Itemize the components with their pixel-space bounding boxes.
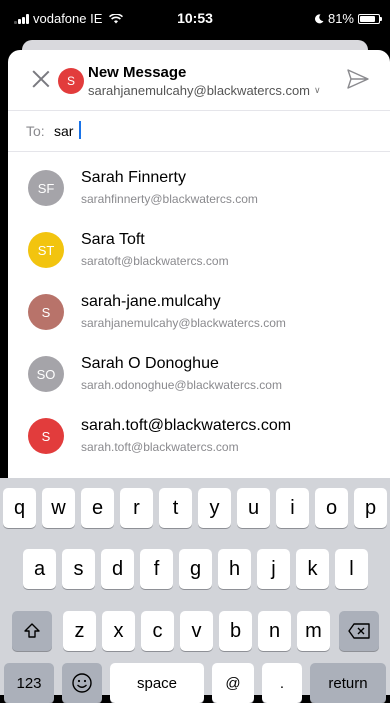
shift-icon: [24, 623, 40, 638]
contact-avatar: SF: [28, 170, 64, 206]
numbers-key[interactable]: 123: [4, 663, 54, 703]
key-z[interactable]: z: [63, 611, 96, 651]
key-h[interactable]: h: [218, 549, 251, 589]
compose-header: S New Message sarahjanemulcahy@blackwate…: [8, 50, 390, 110]
text-cursor: [79, 121, 81, 139]
key-i[interactable]: i: [276, 488, 309, 528]
contact-name: sarah-jane.mulcahy: [81, 293, 221, 310]
chevron-down-icon: ∨: [314, 85, 321, 95]
contact-avatar: SO: [28, 356, 64, 392]
key-n[interactable]: n: [258, 611, 291, 651]
key-l[interactable]: l: [335, 549, 368, 589]
contact-name: Sarah Finnerty: [81, 169, 186, 186]
contact-suggestions: SF Sarah Finnerty sarahfinnerty@blackwater…: [8, 157, 390, 467]
key-j[interactable]: j: [257, 549, 290, 589]
key-m[interactable]: m: [297, 611, 330, 651]
contact-email: saratoft@blackwatercs.com: [81, 254, 229, 268]
key-y[interactable]: y: [198, 488, 231, 528]
sender-selector[interactable]: sarahjanemulcahy@blackwatercs.com ∨: [88, 83, 321, 98]
key-c[interactable]: c: [141, 611, 174, 651]
close-button[interactable]: [28, 66, 54, 92]
key-x[interactable]: x: [102, 611, 135, 651]
emoji-icon: [72, 673, 92, 693]
key-v[interactable]: v: [180, 611, 213, 651]
status-bar: vodafone IE 10:53 81%: [0, 0, 390, 36]
contact-suggestion[interactable]: ST Sara Toft saratoft@blackwatercs.com: [8, 219, 390, 281]
key-d[interactable]: d: [101, 549, 134, 589]
send-icon[interactable]: [346, 67, 370, 91]
key-t[interactable]: t: [159, 488, 192, 528]
contact-suggestion[interactable]: SF Sarah Finnerty sarahfinnerty@blackwater…: [8, 157, 390, 219]
sender-avatar: S: [58, 68, 84, 94]
to-field[interactable]: To: sar: [8, 110, 390, 152]
key-g[interactable]: g: [179, 549, 212, 589]
key-k[interactable]: k: [296, 549, 329, 589]
contact-email: sarah.odonoghue@blackwatercs.com: [81, 378, 282, 392]
emoji-key[interactable]: [62, 663, 102, 703]
contact-suggestion[interactable]: Ssarah-jane.mulcahy sarahjanemulcahy@blac…: [8, 281, 390, 343]
key-b[interactable]: b: [219, 611, 252, 651]
backspace-key[interactable]: [339, 611, 379, 651]
shift-key[interactable]: [12, 611, 52, 651]
key-e[interactable]: e: [81, 488, 114, 528]
contact-name: Sara Toft: [81, 231, 145, 248]
at-key[interactable]: @: [212, 663, 254, 703]
contact-avatar: ST: [28, 232, 64, 268]
contact-email: sarahjanemulcahy@blackwatercs.com: [81, 316, 286, 330]
key-f[interactable]: f: [140, 549, 173, 589]
backspace-icon: [348, 623, 370, 639]
contact-suggestion[interactable]: SO Sarah O Donoghue sarah.odonoghue@blackw…: [8, 343, 390, 405]
to-label: To:: [26, 123, 45, 139]
dot-key[interactable]: .: [262, 663, 302, 703]
compose-sheet: S New Message sarahjanemulcahy@blackwate…: [8, 50, 390, 478]
key-s[interactable]: s: [62, 549, 95, 589]
key-p[interactable]: p: [354, 488, 387, 528]
space-key[interactable]: space: [110, 663, 204, 703]
do-not-disturb-icon: [314, 13, 324, 23]
contact-suggestion[interactable]: Ssarah.toft@blackwatercs.com sarah.toft@b…: [8, 405, 390, 467]
contact-name: Sarah O Donoghue: [81, 355, 219, 372]
contact-email: sarahfinnerty@blackwatercs.com: [81, 192, 258, 206]
to-input[interactable]: sar: [54, 123, 73, 139]
contact-avatar: S: [28, 418, 64, 454]
sender-email: sarahjanemulcahy@blackwatercs.com: [88, 83, 311, 98]
status-right: 81%: [314, 11, 382, 26]
key-w[interactable]: w: [42, 488, 75, 528]
key-q[interactable]: q: [3, 488, 36, 528]
contact-email: sarah.toft@blackwatercs.com: [81, 440, 239, 454]
key-o[interactable]: o: [315, 488, 348, 528]
return-key[interactable]: return: [310, 663, 386, 703]
contact-name: sarah.toft@blackwatercs.com: [81, 417, 292, 434]
key-u[interactable]: u: [237, 488, 270, 528]
battery-icon: [358, 13, 382, 24]
keyboard: 123 space @ . return qwertyuiop asdfghjkl…: [0, 478, 390, 703]
contact-avatar: S: [28, 294, 64, 330]
key-a[interactable]: a: [23, 549, 56, 589]
battery-percent: 81%: [327, 11, 354, 26]
compose-title: New Message: [88, 64, 187, 81]
key-r[interactable]: r: [120, 488, 153, 528]
